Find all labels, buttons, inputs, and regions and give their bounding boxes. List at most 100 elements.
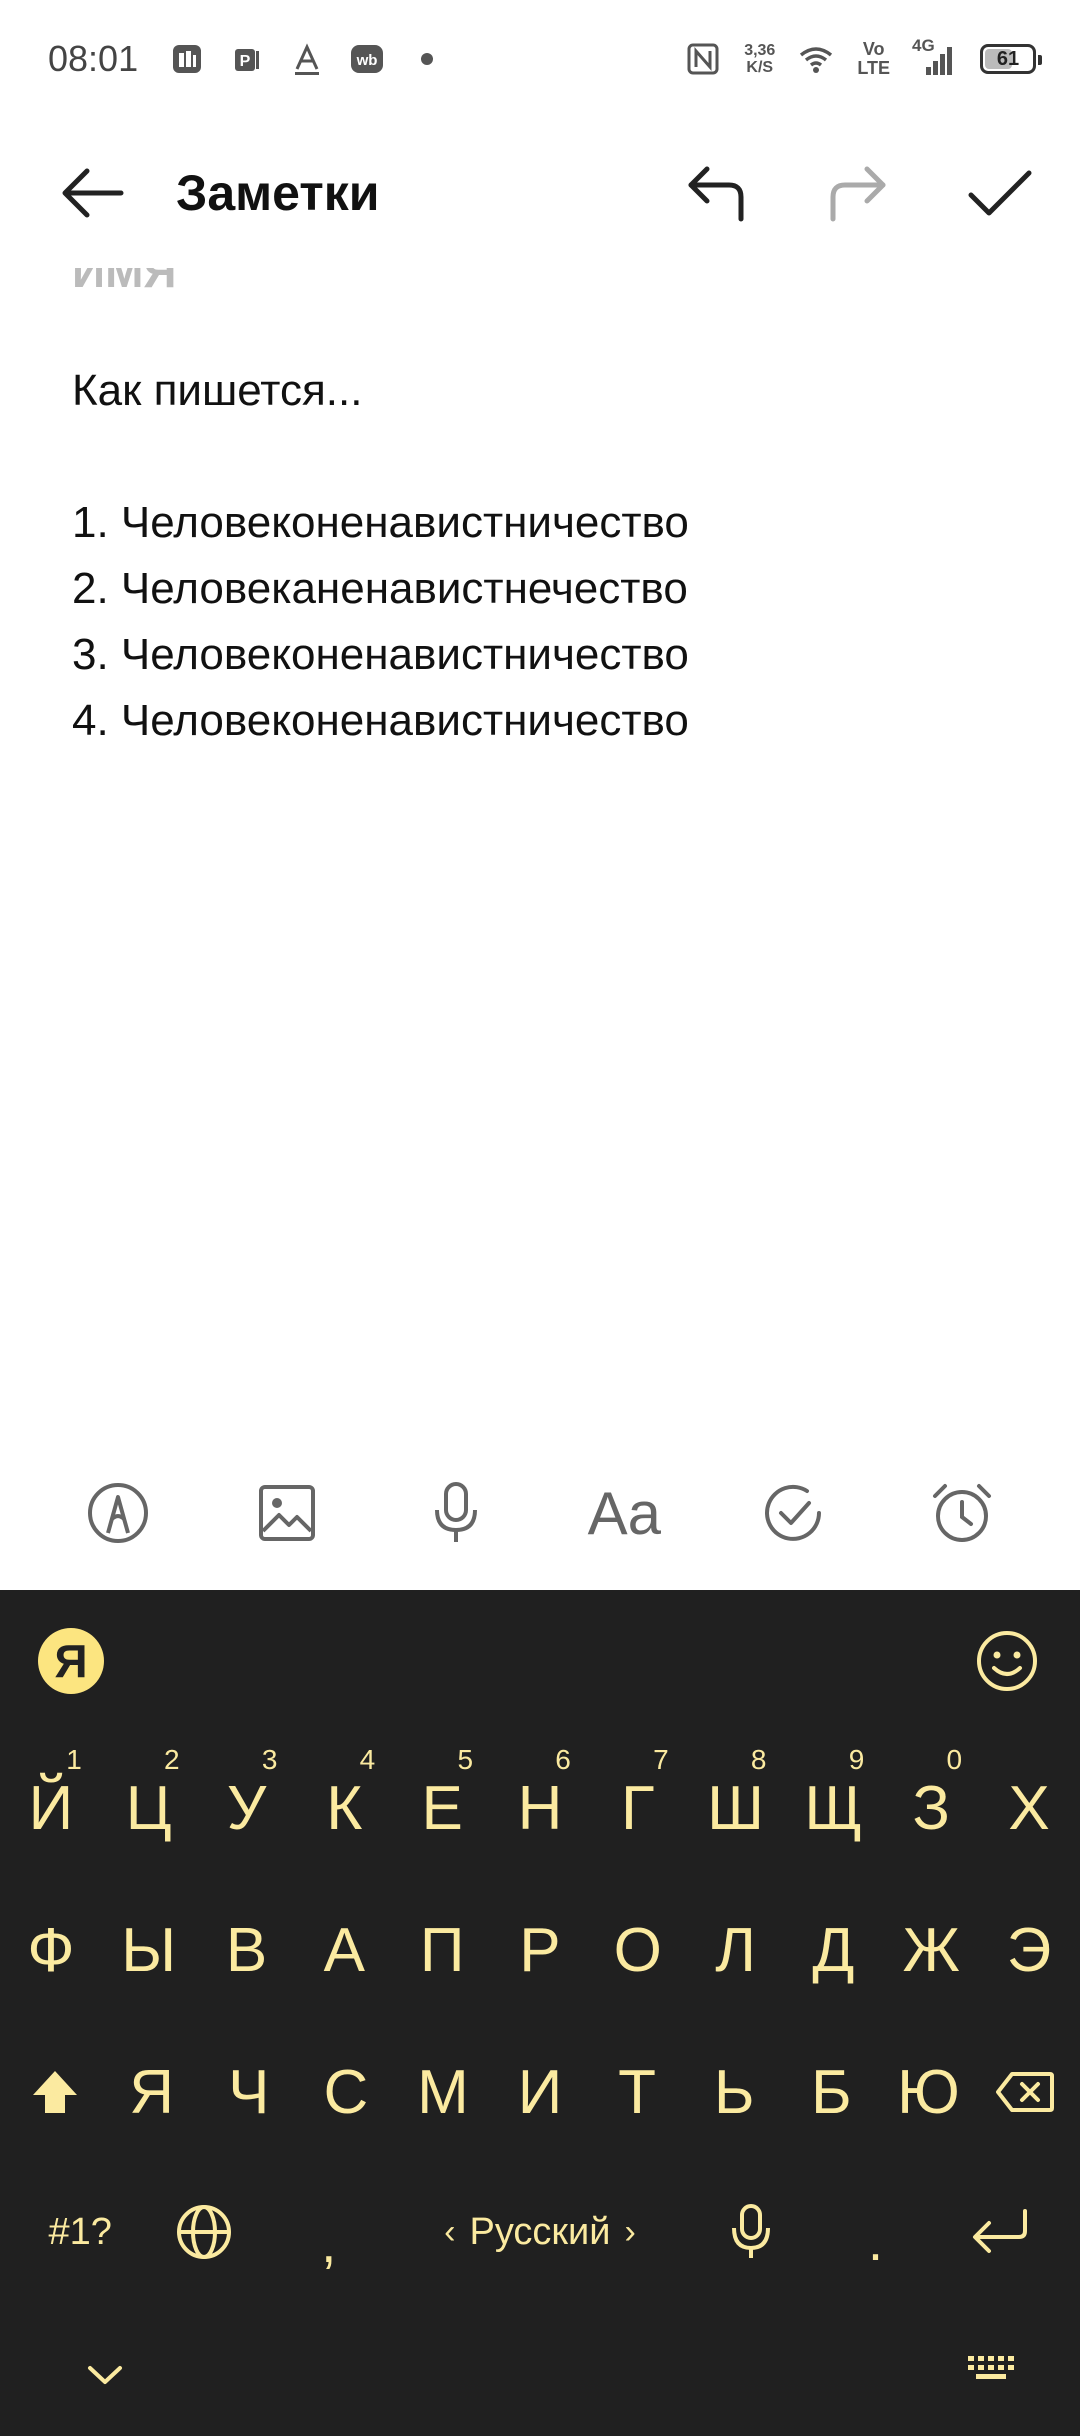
key[interactable]: Ы xyxy=(100,1880,198,2020)
key[interactable]: З0 xyxy=(882,1738,980,1878)
volte-indicator: Vo LTE xyxy=(857,40,890,78)
text-format-icon[interactable]: Aa xyxy=(584,1473,664,1553)
key[interactable]: Я xyxy=(103,2022,200,2162)
shift-icon xyxy=(32,2071,77,2113)
page-title: Заметки xyxy=(176,165,380,221)
wb-icon: wb xyxy=(348,40,386,78)
key[interactable]: У3 xyxy=(198,1738,296,1878)
key[interactable]: В xyxy=(198,1880,296,2020)
backspace-icon xyxy=(996,2072,1055,2112)
key[interactable]: Н6 xyxy=(491,1738,589,1878)
status-left: 08:01 P wb xyxy=(48,38,446,80)
enter-icon xyxy=(972,2209,1027,2253)
chevron-down-icon[interactable] xyxy=(80,2350,130,2400)
status-right: 3,36 K/S Vo LTE 4G 61 xyxy=(684,36,1042,78)
keyboard-top-bar: Я xyxy=(0,1590,1080,1738)
svg-text:P: P xyxy=(240,53,251,70)
enter-key[interactable] xyxy=(938,2162,1062,2302)
symbols-key[interactable]: #1? xyxy=(18,2162,142,2302)
microphone-icon[interactable] xyxy=(416,1473,496,1553)
space-key[interactable]: ‹ Русский › xyxy=(391,2162,689,2302)
signal-icon: 4G xyxy=(912,36,958,78)
note-intro: Как пишется... xyxy=(72,366,363,415)
key[interactable]: К4 xyxy=(295,1738,393,1878)
key[interactable]: Ц2 xyxy=(100,1738,198,1878)
key[interactable]: О xyxy=(589,1880,687,2020)
key[interactable]: Ж xyxy=(882,1880,980,2020)
battery-level: 61 xyxy=(996,47,1020,70)
key[interactable]: Р xyxy=(491,1880,589,2020)
checklist-icon[interactable] xyxy=(753,1473,833,1553)
backspace-key[interactable] xyxy=(977,2022,1074,2162)
back-arrow-icon[interactable] xyxy=(52,153,132,233)
chevron-right-icon: › xyxy=(624,2212,636,2251)
text-format-label: Aa xyxy=(587,1479,661,1547)
dot-icon xyxy=(408,40,446,78)
globe-key[interactable] xyxy=(142,2162,266,2302)
keyboard-row-1: Й1 Ц2 У3 К4 Е5 Н6 Г7 Ш8 Щ9 З0 Х xyxy=(0,1738,1080,1878)
key[interactable]: Э xyxy=(980,1880,1078,2020)
network-speed: 3,36 K/S xyxy=(744,42,775,76)
app-bar: Заметки xyxy=(0,118,1080,268)
keyboard: Я Й1 Ц2 У3 К4 Е5 Н6 Г7 Ш8 Щ9 З0 Х Ф Ы В … xyxy=(0,1590,1080,2436)
keyboard-bottom-strip xyxy=(0,2310,1080,2436)
key[interactable]: Щ9 xyxy=(785,1738,883,1878)
nfc-icon xyxy=(684,40,722,78)
key[interactable]: Г7 xyxy=(589,1738,687,1878)
emoji-icon[interactable] xyxy=(972,1626,1042,1696)
pen-icon[interactable] xyxy=(78,1473,158,1553)
yandex-logo-button[interactable]: Я xyxy=(38,1628,104,1694)
keyboard-row-3: Я Ч С М И Т Ь Б Ю xyxy=(0,2022,1080,2162)
note-line: 3. Человеконенавистничество xyxy=(72,630,689,679)
text-a-icon xyxy=(288,40,326,78)
key[interactable]: Й1 xyxy=(2,1738,100,1878)
key[interactable]: Е5 xyxy=(393,1738,491,1878)
key[interactable]: Х xyxy=(980,1738,1078,1878)
app-icon-1 xyxy=(168,40,206,78)
key[interactable]: Ю xyxy=(880,2022,977,2162)
image-icon[interactable] xyxy=(247,1473,327,1553)
app-icon-2: P xyxy=(228,40,266,78)
redo-icon[interactable] xyxy=(818,153,898,233)
key[interactable]: Ч xyxy=(200,2022,297,2162)
network-type: 4G xyxy=(912,36,935,55)
status-time: 08:01 xyxy=(48,38,139,79)
language-label: Русский xyxy=(469,2210,611,2253)
key[interactable]: М xyxy=(394,2022,491,2162)
note-line: 4. Человеконенавистничество xyxy=(72,696,689,745)
period-key[interactable]: . xyxy=(813,2162,937,2302)
key[interactable]: Ь xyxy=(686,2022,783,2162)
key[interactable]: С xyxy=(297,2022,394,2162)
keyboard-row-4: #1? , ‹ Русский › . xyxy=(0,2162,1080,2302)
key[interactable]: И xyxy=(491,2022,588,2162)
keyboard-switch-icon[interactable] xyxy=(964,2348,1024,2398)
microphone-icon xyxy=(732,2204,771,2258)
note-body[interactable]: Как пишется... 1. Человеконенавистничест… xyxy=(72,358,689,754)
key[interactable]: Т xyxy=(589,2022,686,2162)
comma-key[interactable]: , xyxy=(267,2162,391,2302)
key[interactable]: Б xyxy=(783,2022,880,2162)
undo-icon[interactable] xyxy=(676,153,756,233)
key[interactable]: Д xyxy=(785,1880,883,2020)
volte-bottom: LTE xyxy=(857,58,890,78)
network-speed-unit: K/S xyxy=(746,59,774,76)
network-speed-value: 3,36 xyxy=(744,42,776,59)
format-toolbar: Aa xyxy=(0,1438,1080,1588)
chevron-left-icon: ‹ xyxy=(444,2212,456,2251)
svg-text:wb: wb xyxy=(356,52,378,69)
key[interactable]: А xyxy=(295,1880,393,2020)
note-editor[interactable]: ИМЯ Как пишется... 1. Человеконенавистни… xyxy=(0,268,1080,1438)
key[interactable]: Ш8 xyxy=(687,1738,785,1878)
voice-input-key[interactable] xyxy=(689,2162,813,2302)
key[interactable]: Л xyxy=(687,1880,785,2020)
status-bar: 08:01 P wb 3,36 K/S Vo LTE 4G 61 xyxy=(0,0,1080,118)
key[interactable]: П xyxy=(393,1880,491,2020)
note-line: 2. Человеканенавистнечество xyxy=(72,564,688,613)
wifi-icon xyxy=(797,40,835,78)
keyboard-row-2: Ф Ы В А П Р О Л Д Ж Э xyxy=(0,1880,1080,2020)
check-icon[interactable] xyxy=(960,153,1040,233)
shift-key[interactable] xyxy=(6,2022,103,2162)
alarm-icon[interactable] xyxy=(922,1473,1002,1553)
key[interactable]: Ф xyxy=(2,1880,100,2020)
